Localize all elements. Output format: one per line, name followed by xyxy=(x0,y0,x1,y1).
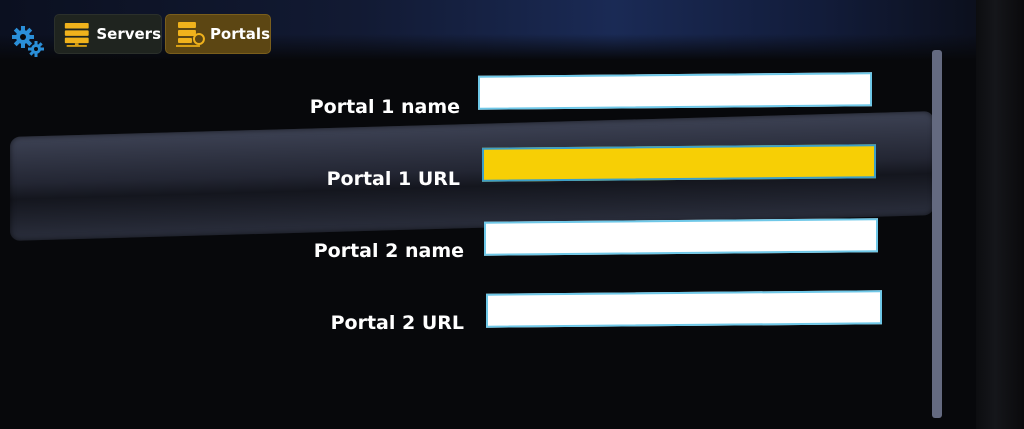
field-label: Portal 2 name xyxy=(313,240,464,262)
portal-2-url-input[interactable] xyxy=(486,290,882,328)
server-stack-icon xyxy=(64,22,89,47)
gear-icon[interactable] xyxy=(10,22,46,58)
portal-1-name-input[interactable] xyxy=(478,72,872,110)
field-label: Portal 2 URL xyxy=(330,312,464,334)
portal-1-url-input[interactable] xyxy=(482,144,876,182)
portal-2-name-input[interactable] xyxy=(484,218,878,256)
tab-servers-label: Servers xyxy=(96,25,161,43)
scrollbar[interactable] xyxy=(932,50,942,418)
field-label: Portal 1 name xyxy=(309,96,460,118)
portal-server-icon xyxy=(175,22,205,47)
screen-bezel xyxy=(976,0,1024,429)
tab-portals-label: Portals xyxy=(209,25,270,43)
field-label: Portal 1 URL xyxy=(326,168,460,190)
tab-portals[interactable]: Portals xyxy=(165,14,271,54)
tab-servers[interactable]: Servers xyxy=(54,14,162,54)
